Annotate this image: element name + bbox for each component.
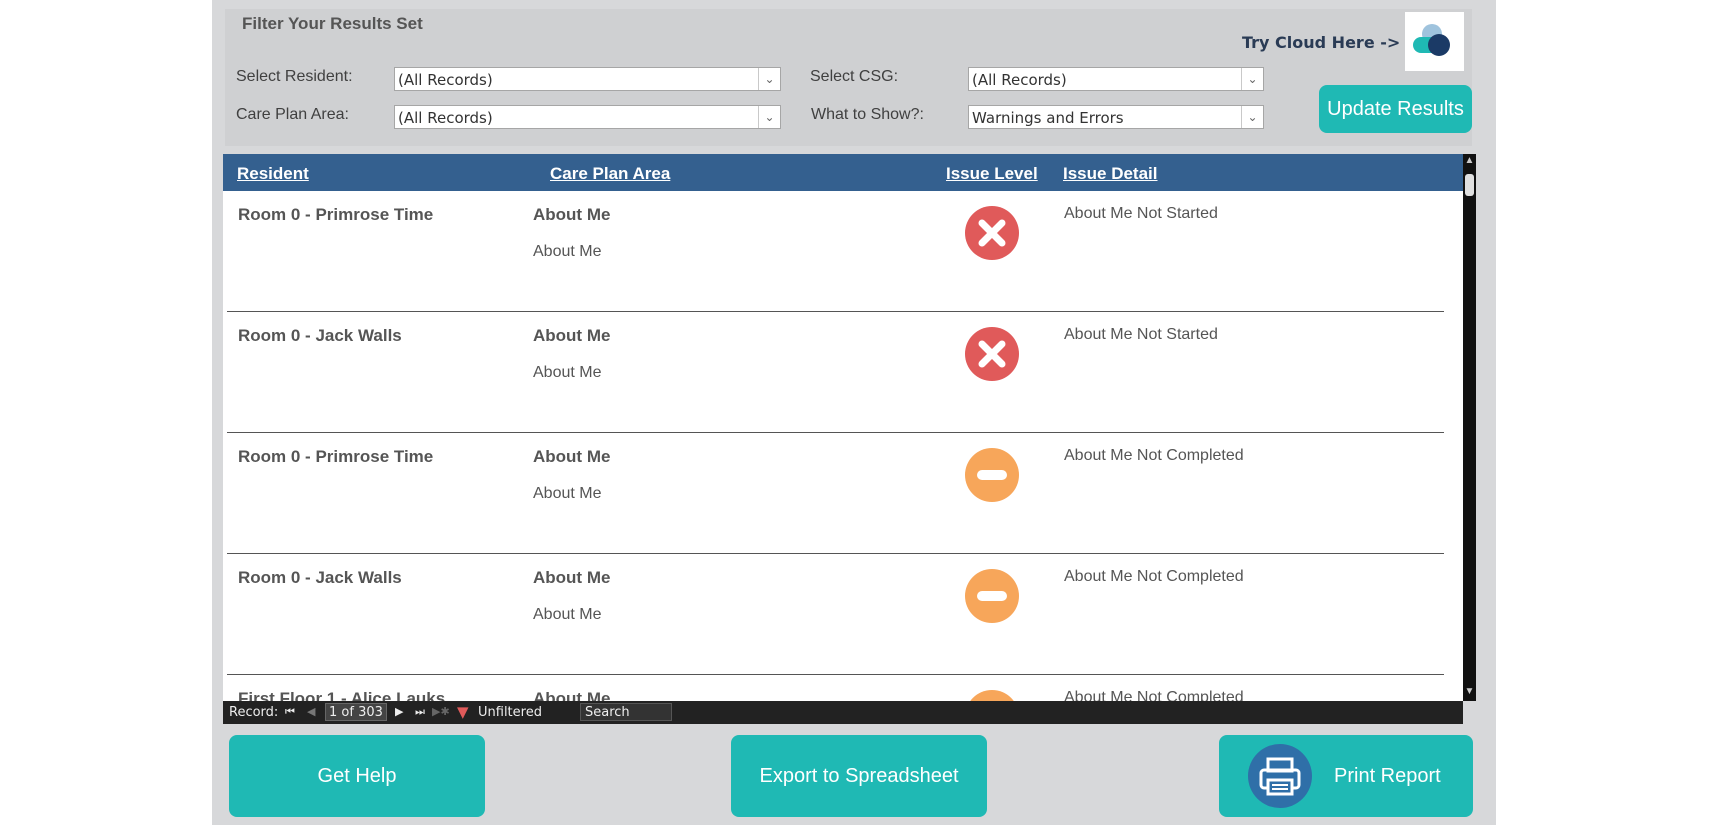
- try-cloud-link[interactable]: Try Cloud Here ->: [1242, 33, 1400, 52]
- update-results-button[interactable]: Update Results: [1319, 85, 1472, 133]
- filter-title: Filter Your Results Set: [242, 14, 423, 33]
- vertical-scrollbar[interactable]: ▲ ▼: [1463, 154, 1476, 701]
- scroll-down-icon[interactable]: ▼: [1463, 685, 1476, 699]
- app-window: Filter Your Results Set Select Resident:…: [212, 0, 1496, 825]
- resident-cell: First Floor 1 - Alice Lauks: [238, 689, 446, 701]
- issue-detail-cell: About Me Not Completed: [1064, 689, 1244, 701]
- resident-cell: Room 0 - Jack Walls: [238, 326, 402, 345]
- scroll-up-icon[interactable]: ▲: [1463, 154, 1476, 168]
- csg-select[interactable]: (All Records) ⌄: [968, 67, 1264, 91]
- show-select[interactable]: Warnings and Errors ⌄: [968, 105, 1264, 129]
- care-plan-subarea-cell: About Me: [533, 606, 602, 623]
- error-icon: [965, 327, 1019, 381]
- chevron-down-icon[interactable]: ⌄: [758, 68, 780, 90]
- issue-detail-cell: About Me Not Started: [1064, 326, 1218, 343]
- print-label: Print Report: [1334, 764, 1441, 787]
- resident-select[interactable]: (All Records) ⌄: [394, 67, 781, 91]
- csg-select-value: (All Records): [972, 71, 1067, 89]
- filter-funnel-icon[interactable]: ▼: [457, 703, 469, 721]
- column-header-care-plan-area[interactable]: Care Plan Area: [550, 164, 670, 184]
- resident-cell: Room 0 - Primrose Time: [238, 447, 434, 466]
- previous-record-icon[interactable]: ◀: [307, 705, 315, 718]
- table-row[interactable]: Room 0 - Jack Walls About Me About Me About…: [223, 554, 1463, 675]
- printer-icon: [1248, 744, 1312, 808]
- table-row[interactable]: First Floor 1 - Alice Lauks About Me About…: [223, 675, 1463, 701]
- issue-detail-cell: About Me Not Completed: [1064, 447, 1244, 464]
- print-report-button[interactable]: Print Report: [1219, 735, 1473, 817]
- area-label: Care Plan Area:: [236, 106, 349, 123]
- report-list: Resident Care Plan Area Issue Level Issu…: [223, 154, 1476, 724]
- warning-icon: [965, 448, 1019, 502]
- care-plan-subarea-cell: About Me: [533, 485, 602, 502]
- chevron-down-icon[interactable]: ⌄: [758, 106, 780, 128]
- show-label: What to Show?:: [811, 106, 924, 123]
- column-header-issue-detail[interactable]: Issue Detail: [1063, 164, 1158, 184]
- filter-panel: Filter Your Results Set Select Resident:…: [225, 9, 1472, 146]
- issue-detail-cell: About Me Not Started: [1064, 205, 1218, 222]
- care-plan-area-cell: About Me: [533, 326, 611, 345]
- record-position: 1 of 303: [329, 705, 383, 720]
- next-record-icon[interactable]: ▶: [395, 705, 403, 718]
- scrollbar-corner: [1463, 701, 1476, 724]
- care-plan-area-cell: About Me: [533, 568, 611, 587]
- get-help-button[interactable]: Get Help: [229, 735, 485, 817]
- care-plan-area-cell: About Me: [533, 205, 611, 224]
- last-record-icon[interactable]: ⏭: [415, 705, 425, 719]
- export-spreadsheet-button[interactable]: Export to Spreadsheet: [731, 735, 987, 817]
- care-plan-subarea-cell: About Me: [533, 243, 602, 260]
- report-rows: Room 0 - Primrose Time About Me About Me Ab…: [223, 191, 1463, 701]
- chevron-down-icon[interactable]: ⌄: [1241, 68, 1263, 90]
- new-record-icon[interactable]: ▶✱: [432, 705, 450, 718]
- search-placeholder: Search: [585, 705, 630, 720]
- chevron-down-icon[interactable]: ⌄: [1241, 106, 1263, 128]
- table-row[interactable]: Room 0 - Jack Walls About Me About Me About…: [223, 312, 1463, 433]
- area-select-value: (All Records): [398, 109, 493, 127]
- care-plan-area-cell: About Me: [533, 689, 611, 701]
- resident-cell: Room 0 - Jack Walls: [238, 568, 402, 587]
- record-label: Record:: [229, 705, 279, 720]
- table-row[interactable]: Room 0 - Primrose Time About Me About Me Ab…: [223, 433, 1463, 554]
- area-select[interactable]: (All Records) ⌄: [394, 105, 781, 129]
- issue-detail-cell: About Me Not Completed: [1064, 568, 1244, 585]
- warning-icon: [965, 690, 1019, 701]
- get-help-label: Get Help: [317, 764, 397, 787]
- cloud-logo-icon[interactable]: [1405, 12, 1464, 71]
- first-record-icon[interactable]: ⏮: [285, 705, 295, 719]
- error-icon: [965, 206, 1019, 260]
- filter-status[interactable]: Unfiltered: [478, 705, 542, 720]
- column-header-resident[interactable]: Resident: [237, 164, 309, 184]
- column-header-bar: Resident Care Plan Area Issue Level Issu…: [223, 154, 1463, 191]
- resident-label: Select Resident:: [236, 68, 353, 85]
- table-row[interactable]: Room 0 - Primrose Time About Me About Me Ab…: [223, 191, 1463, 312]
- csg-label: Select CSG:: [810, 68, 899, 85]
- export-label: Export to Spreadsheet: [759, 764, 959, 787]
- show-select-value: Warnings and Errors: [972, 109, 1124, 127]
- resident-cell: Room 0 - Primrose Time: [238, 205, 434, 224]
- record-navigator: Record: ⏮ ◀ 1 of 303 ▶ ⏭ ▶✱ ▼ Unfiltered…: [223, 701, 1463, 724]
- column-header-issue-level[interactable]: Issue Level: [946, 164, 1038, 184]
- scroll-thumb[interactable]: [1465, 174, 1474, 196]
- warning-icon: [965, 569, 1019, 623]
- resident-select-value: (All Records): [398, 71, 493, 89]
- care-plan-subarea-cell: About Me: [533, 364, 602, 381]
- care-plan-area-cell: About Me: [533, 447, 611, 466]
